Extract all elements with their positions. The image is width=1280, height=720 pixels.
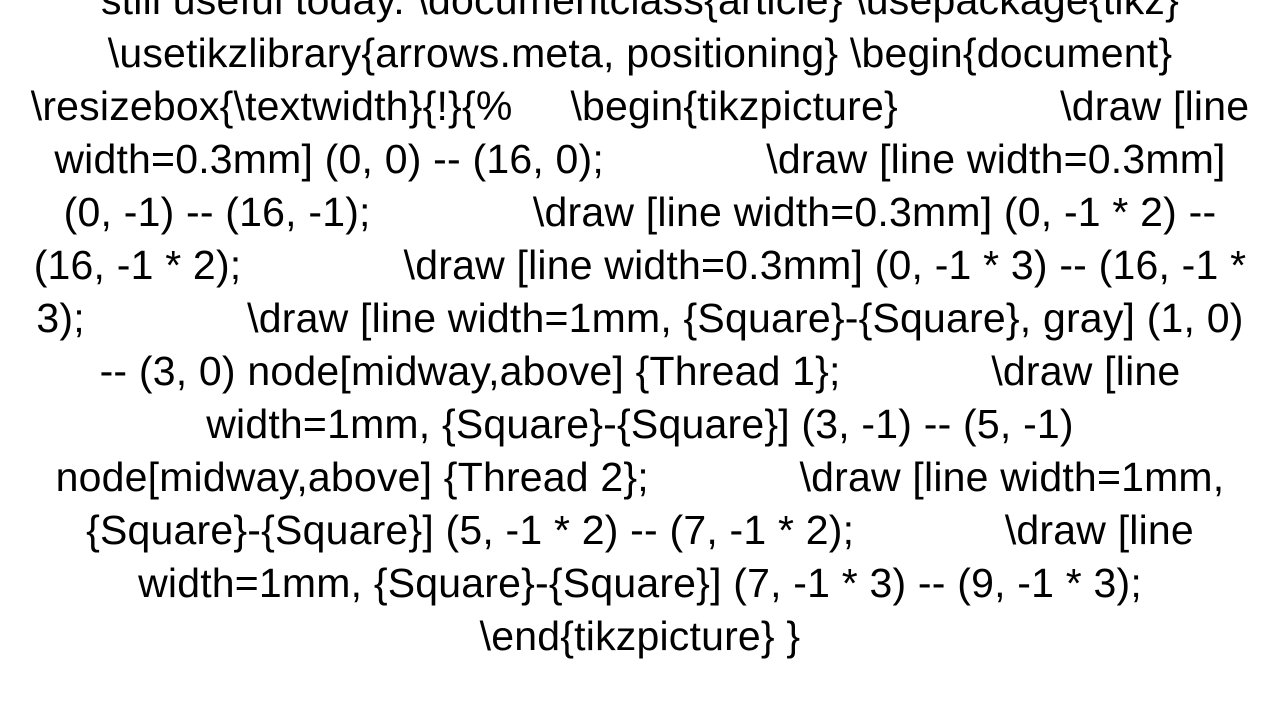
- document-page: still useful today. \documentclass{artic…: [0, 0, 1280, 720]
- latex-code-text: still useful today. \documentclass{artic…: [30, 0, 1250, 663]
